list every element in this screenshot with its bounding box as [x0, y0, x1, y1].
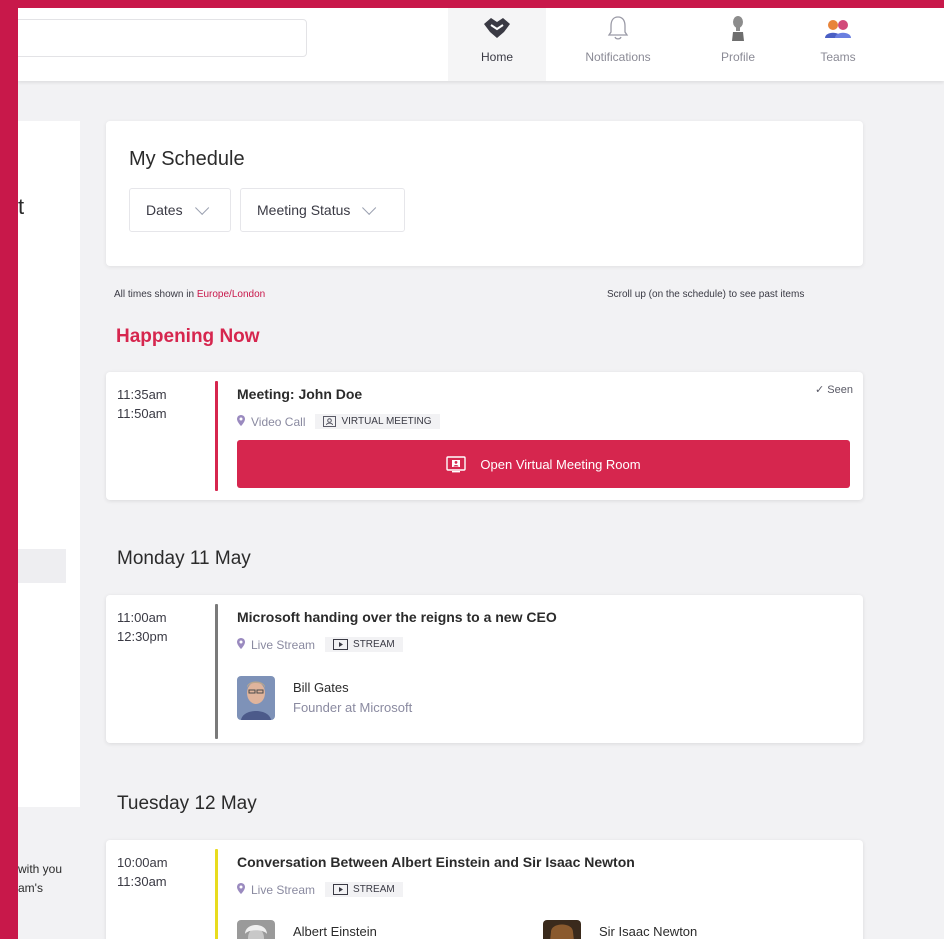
event-title: Meeting: John Doe [237, 386, 363, 402]
left-panel-heading-fragment: t [18, 194, 25, 219]
event-title: Conversation Between Albert Einstein and… [237, 854, 635, 870]
virtual-meeting-icon [323, 416, 337, 427]
happening-now-heading: Happening Now [116, 326, 260, 347]
speaker-name: Bill Gates [293, 680, 349, 695]
event-start-time: 11:00am [117, 610, 167, 625]
chevron-down-icon [194, 200, 209, 215]
open-virtual-meeting-room-button[interactable]: Open Virtual Meeting Room [237, 440, 850, 488]
event-card[interactable]: 10:00am 11:30am Conversation Between Alb… [106, 840, 863, 939]
event-meta: Video Call VIRTUAL MEETING [237, 414, 440, 429]
event-end-time: 11:30am [117, 874, 167, 889]
event-type-label: VIRTUAL MEETING [341, 416, 432, 427]
top-nav-bar: Home Notifications Profile Teams [18, 8, 944, 81]
app-frame: Home Notifications Profile Teams t with … [0, 0, 944, 939]
speaker-avatar [237, 920, 275, 939]
event-status-bar [215, 604, 218, 739]
left-side-panel: t [18, 121, 80, 807]
speaker[interactable]: Sir Isaac Newton [543, 920, 697, 939]
open-virtual-meeting-room-label: Open Virtual Meeting Room [480, 456, 641, 472]
event-start-time: 10:00am [117, 855, 168, 870]
event-card[interactable]: 11:00am 12:30pm Microsoft handing over t… [106, 595, 863, 743]
event-end-time: 12:30pm [117, 629, 168, 644]
event-type-tag: VIRTUAL MEETING [315, 414, 440, 429]
seen-indicator: ✓ Seen [815, 383, 853, 396]
left-text-line-2: am's [18, 881, 43, 895]
speaker-role: Founder at Microsoft [293, 700, 413, 715]
event-time: 11:00am 12:30pm [117, 608, 168, 646]
nav-notifications[interactable]: Notifications [563, 8, 673, 81]
schedule-title: My Schedule [129, 148, 245, 170]
event-type-label: STREAM [353, 639, 395, 650]
event-time: 10:00am 11:30am [117, 853, 168, 891]
event-end-time: 11:50am [117, 406, 167, 421]
schedule-filter-card: My Schedule Dates Meeting Status [106, 121, 863, 266]
event-status-bar [215, 381, 218, 491]
nav-profile-label: Profile [720, 50, 755, 64]
seen-label: Seen [827, 384, 853, 396]
meeting-status-filter-label: Meeting Status [257, 202, 351, 218]
profile-avatar-icon [730, 14, 746, 42]
nav-home-label: Home [480, 50, 513, 64]
location-pin-icon [237, 414, 245, 429]
event-title: Microsoft handing over the reigns to a n… [237, 609, 557, 625]
speaker-name: Albert Einstein [293, 924, 377, 939]
teams-icon [823, 14, 853, 42]
virtual-meeting-icon [446, 455, 467, 473]
day-heading: Tuesday 12 May [117, 793, 257, 814]
event-type-tag: STREAM [325, 882, 403, 897]
check-icon: ✓ [815, 384, 825, 396]
speaker-name: Sir Isaac Newton [599, 924, 698, 939]
speaker[interactable]: Bill Gates Founder at Microsoft [237, 676, 412, 720]
scroll-note: Scroll up (on the schedule) to see past … [607, 289, 805, 300]
event-status-bar [215, 849, 218, 939]
left-panel-text: with you am's [18, 860, 62, 898]
event-card-happening-now[interactable]: 11:35am 11:50am Meeting: John Doe ✓ Seen… [106, 372, 863, 500]
play-icon [333, 884, 349, 895]
event-type-label: STREAM [353, 884, 395, 895]
event-location: Video Call [251, 414, 306, 429]
location-pin-icon [237, 637, 245, 652]
dates-filter-label: Dates [146, 202, 183, 218]
event-type-tag: STREAM [325, 637, 403, 652]
dates-filter-dropdown[interactable]: Dates [129, 188, 231, 232]
chevron-down-icon [362, 200, 377, 215]
left-text-line-1: with you [18, 862, 63, 876]
timezone-link[interactable]: Europe/London [197, 289, 265, 300]
nav-home[interactable]: Home [448, 8, 546, 81]
event-meta: Live Stream STREAM [237, 637, 403, 652]
play-icon [333, 639, 349, 650]
handshake-icon [482, 14, 512, 42]
nav-teams-label: Teams [820, 50, 856, 64]
meeting-status-filter-dropdown[interactable]: Meeting Status [240, 188, 405, 232]
event-location: Live Stream [251, 882, 316, 897]
nav-teams[interactable]: Teams [798, 8, 878, 81]
search-input[interactable] [18, 19, 307, 57]
nav-notifications-label: Notifications [585, 50, 651, 64]
event-time: 11:35am 11:50am [117, 385, 167, 423]
day-heading: Monday 11 May [117, 548, 251, 569]
timezone-note: All times shown in Europe/London [114, 289, 265, 300]
event-location: Live Stream [251, 637, 316, 652]
speaker-avatar [543, 920, 581, 939]
speaker[interactable]: Albert Einstein [237, 920, 377, 939]
event-start-time: 11:35am [117, 387, 167, 402]
event-meta: Live Stream STREAM [237, 882, 403, 897]
app-content: Home Notifications Profile Teams t with … [18, 8, 944, 939]
timezone-prefix: All times shown in [114, 289, 197, 300]
location-pin-icon [237, 882, 245, 897]
nav-profile[interactable]: Profile [698, 8, 778, 81]
speaker-avatar [237, 676, 275, 720]
left-panel-selected-row[interactable] [18, 549, 66, 583]
bell-icon [607, 14, 629, 42]
